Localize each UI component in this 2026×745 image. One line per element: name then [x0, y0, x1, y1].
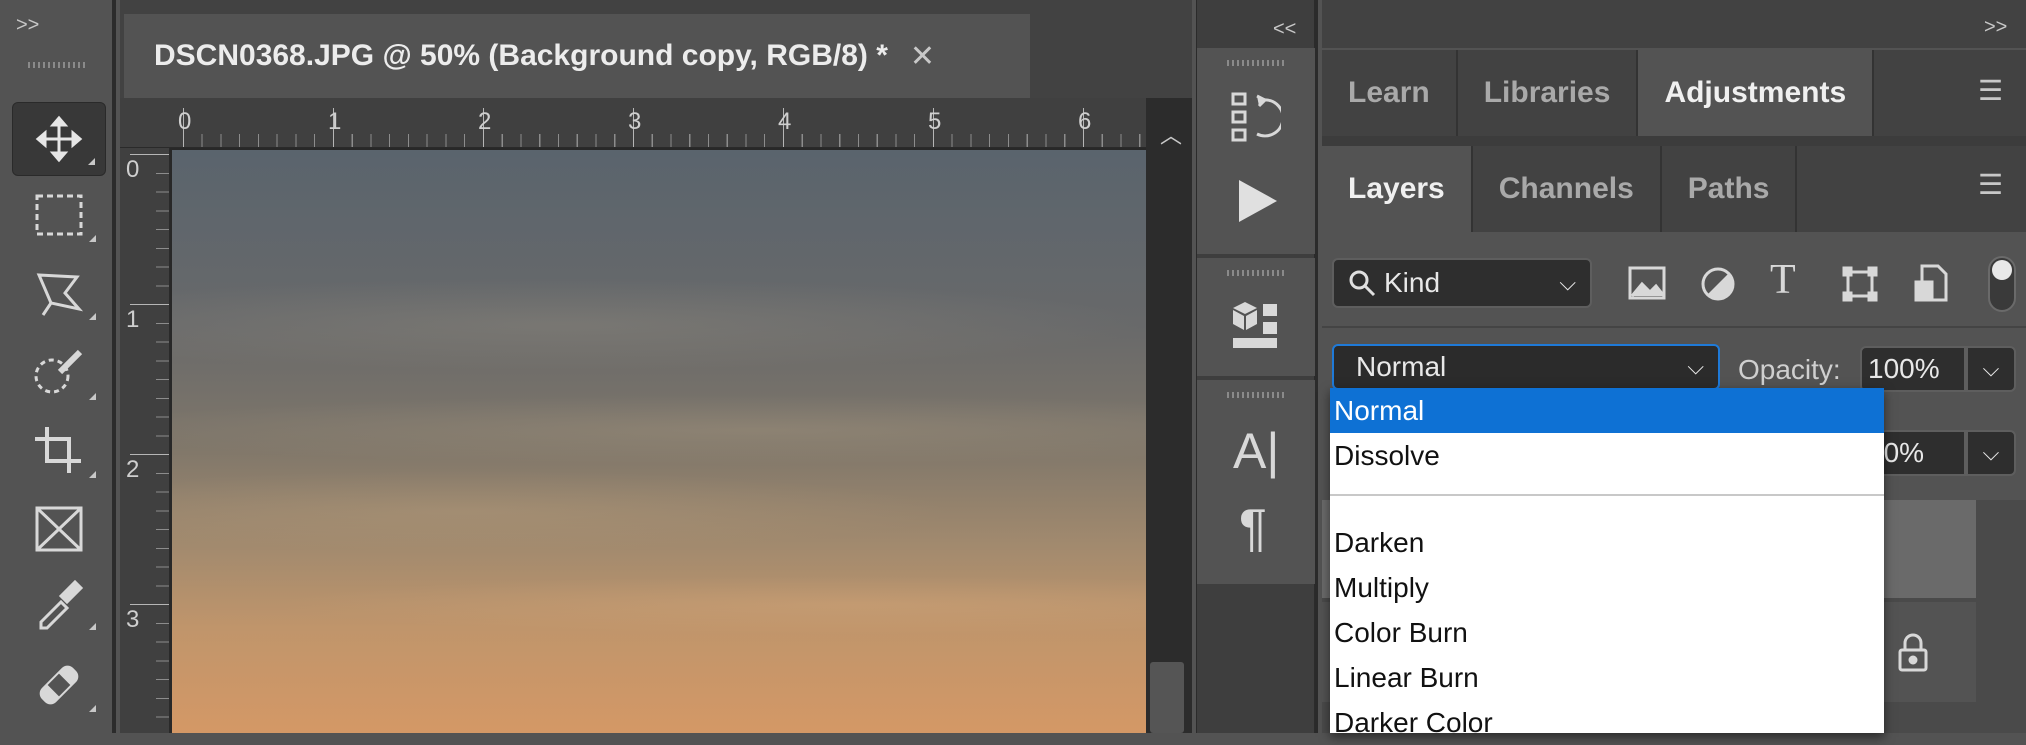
- character-icon[interactable]: A|: [1233, 422, 1279, 480]
- paragraph-icon[interactable]: ¶: [1239, 498, 1267, 558]
- chevron-down-icon: ⌵: [1559, 270, 1576, 295]
- dropdown-separator: [1330, 494, 1884, 496]
- blend-option-dissolve[interactable]: Dissolve: [1330, 433, 1884, 478]
- lasso-tool[interactable]: [12, 256, 106, 330]
- blend-mode-select[interactable]: Normal ⌵: [1332, 344, 1720, 390]
- collapse-dock-toggle[interactable]: >>: [1984, 16, 2007, 39]
- blend-option-darker-color[interactable]: Darker Color: [1330, 700, 1884, 745]
- frame-icon: [33, 504, 85, 554]
- tab-layers[interactable]: Layers: [1322, 146, 1473, 232]
- opacity-slider-toggle[interactable]: ⌵: [1966, 346, 2016, 392]
- panel-grip[interactable]: [1227, 392, 1285, 398]
- vertical-scrollbar[interactable]: ︿: [1146, 98, 1192, 733]
- panel-group-type: A| ¶: [1197, 380, 1315, 584]
- ruler-number: 1: [126, 306, 140, 333]
- tools-panel: >>: [0, 0, 116, 733]
- search-icon: [1348, 269, 1376, 297]
- ruler-number: 4: [778, 108, 792, 135]
- scrollbar-thumb[interactable]: [1150, 662, 1184, 733]
- 3d-properties-icon[interactable]: [1229, 300, 1281, 352]
- blend-option-normal[interactable]: Normal: [1330, 388, 1884, 433]
- layers-panel-menu-icon[interactable]: ☰: [1978, 168, 2003, 201]
- document-title: DSCN0368.JPG @ 50% (Background copy, RGB…: [154, 39, 888, 72]
- healing-bandage-icon: [33, 659, 85, 711]
- panel-grip[interactable]: [1227, 270, 1285, 276]
- layers-panel-tab-bar: Layers Channels Paths ☰: [1322, 146, 2026, 232]
- lock-icon[interactable]: [1896, 632, 1930, 672]
- close-document-icon[interactable]: ✕: [910, 39, 935, 74]
- filter-shape-layers-icon[interactable]: [1842, 266, 1878, 302]
- eyedropper-tool[interactable]: [12, 566, 106, 640]
- ruler-number: 6: [1078, 108, 1092, 135]
- crop-icon: [33, 425, 85, 477]
- ruler-number: 1: [328, 108, 342, 135]
- opacity-label: Opacity:: [1738, 354, 1841, 385]
- horizontal-ruler[interactable]: 0 1 2 3 4 5 6: [120, 98, 1192, 148]
- filter-toggle-switch[interactable]: [1988, 256, 2016, 312]
- dock-header: >>: [1322, 0, 2026, 48]
- blend-option-color-burn[interactable]: Color Burn: [1330, 610, 1884, 655]
- panel-group-history-actions: [1197, 48, 1315, 254]
- tab-channels[interactable]: Channels: [1472, 146, 1662, 232]
- document-area: DSCN0368.JPG @ 50% (Background copy, RGB…: [120, 0, 1192, 733]
- tab-learn[interactable]: Learn: [1322, 50, 1458, 136]
- collapsed-panels-strip: << A| ¶: [1196, 0, 1318, 733]
- rectangular-marquee-icon: [34, 193, 84, 237]
- toolbar-grip[interactable]: [28, 62, 86, 68]
- ruler-number: 5: [928, 108, 942, 135]
- quick-selection-tool[interactable]: [12, 336, 106, 410]
- document-tab-bar: DSCN0368.JPG @ 50% (Background copy, RGB…: [120, 0, 1192, 98]
- history-icon[interactable]: [1229, 92, 1281, 144]
- blend-mode-value: Normal: [1356, 351, 1447, 382]
- vertical-ruler[interactable]: 0 1 2 3: [120, 148, 170, 733]
- blend-option-linear-burn[interactable]: Linear Burn: [1330, 655, 1884, 700]
- document-tab[interactable]: DSCN0368.JPG @ 50% (Background copy, RGB…: [124, 14, 1030, 98]
- ruler-number: 0: [126, 156, 140, 183]
- blend-option-multiply[interactable]: Multiply: [1330, 565, 1884, 610]
- filter-pixel-layers-icon[interactable]: [1628, 266, 1666, 300]
- opacity-value: 100%: [1868, 353, 1940, 384]
- polygonal-lasso-icon: [33, 267, 85, 319]
- layer-filter-kind-select[interactable]: Kind ⌵: [1332, 258, 1592, 308]
- move-tool[interactable]: [12, 102, 106, 176]
- filter-kind-label: Kind: [1384, 267, 1441, 298]
- ruler-number: 0: [178, 108, 192, 135]
- blend-mode-dropdown-list: Normal Dissolve Darken Multiply Color Bu…: [1330, 388, 1884, 738]
- healing-brush-tool[interactable]: [12, 648, 106, 722]
- top-panel-tab-bar: Learn Libraries Adjustments ☰: [1322, 50, 2026, 136]
- filter-type-layers-icon[interactable]: T: [1770, 256, 1796, 304]
- panel-menu-icon[interactable]: ☰: [1978, 74, 2003, 107]
- panel-divider: [1322, 136, 2026, 146]
- ruler-number: 2: [478, 108, 492, 135]
- tab-libraries[interactable]: Libraries: [1457, 50, 1639, 136]
- scroll-up-icon[interactable]: ︿: [1160, 118, 1182, 150]
- blend-option-darken[interactable]: Darken: [1330, 520, 1884, 565]
- panel-grip[interactable]: [1227, 60, 1285, 66]
- panel-group-3d: [1197, 258, 1315, 376]
- toolbar-collapse-toggle[interactable]: >>: [16, 14, 39, 37]
- image-canvas[interactable]: [172, 150, 1146, 733]
- ruler-number: 3: [126, 606, 140, 633]
- fill-slider-toggle[interactable]: ⌵: [1966, 430, 2016, 476]
- filter-adjustment-layers-icon[interactable]: [1700, 266, 1736, 302]
- ruler-number: 2: [126, 456, 140, 483]
- quick-selection-icon: [32, 348, 86, 398]
- tab-paths[interactable]: Paths: [1661, 146, 1798, 232]
- frame-tool[interactable]: [12, 492, 106, 566]
- toggle-knob: [1992, 260, 2012, 280]
- ruler-number: 3: [628, 108, 642, 135]
- eyedropper-icon: [33, 576, 85, 630]
- play-action-icon[interactable]: [1235, 178, 1279, 224]
- marquee-tool[interactable]: [12, 178, 106, 252]
- crop-tool[interactable]: [12, 414, 106, 488]
- expand-panels-toggle[interactable]: <<: [1273, 18, 1296, 41]
- chevron-down-icon: ⌵: [1687, 354, 1704, 379]
- panel-divider: [1322, 326, 2026, 328]
- tab-adjustments[interactable]: Adjustments: [1638, 50, 1875, 136]
- filter-smart-objects-icon[interactable]: [1914, 264, 1948, 302]
- move-icon: [34, 114, 84, 164]
- opacity-input[interactable]: 100%: [1860, 346, 1966, 392]
